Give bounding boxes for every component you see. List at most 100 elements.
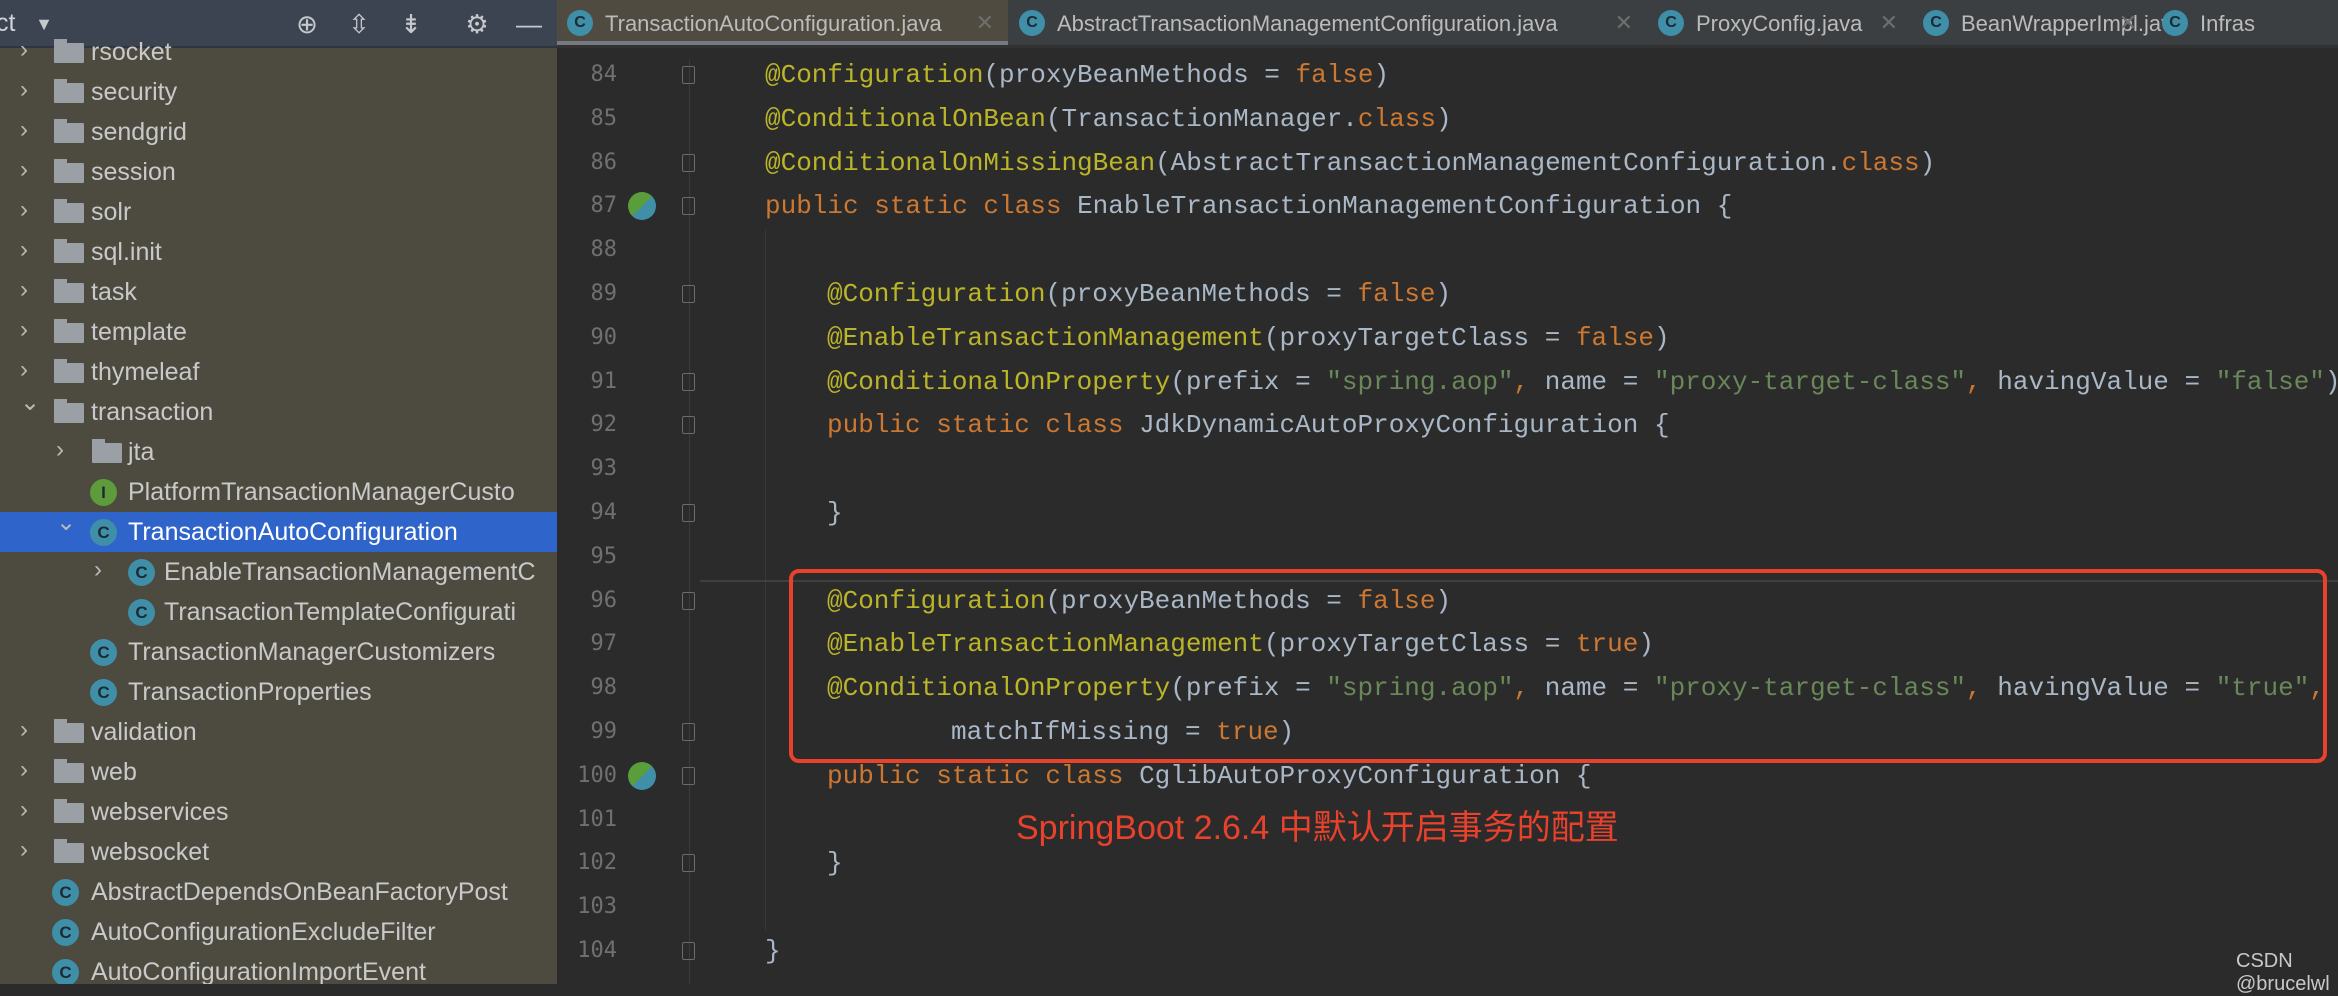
tree-item[interactable]: › sendgrid (0, 112, 557, 152)
tree-item-label: transaction (91, 398, 214, 426)
editor-tab-bar: C TransactionAutoConfiguration.java ✕ C Abst… (557, 0, 2338, 48)
class-icon: C (90, 639, 117, 666)
project-sidebar: ct ▼ ⊕ ⇳ ⇟ ⚙ — › rsocket › security › sendgri… (0, 0, 557, 984)
spring-bean-icon[interactable] (628, 761, 656, 790)
tree-item[interactable]: › template (0, 312, 557, 352)
code-line[interactable]: } (827, 841, 843, 885)
fold-marker-icon[interactable] (682, 591, 695, 610)
fold-marker-icon[interactable] (682, 153, 695, 172)
spring-bean-icon[interactable] (628, 192, 656, 221)
tab-label: AbstractTransactionManagementConfigurati… (1057, 11, 1558, 36)
fold-marker-icon[interactable] (682, 285, 695, 303)
chevron-right-icon[interactable]: › (20, 196, 28, 224)
chevron-right-icon[interactable]: › (20, 716, 28, 744)
code-line[interactable]: public static class EnableTransactionMan… (765, 184, 1732, 228)
code-line[interactable]: } (827, 491, 843, 535)
tree-item[interactable]: › sql.init (0, 232, 557, 272)
chevron-right-icon[interactable]: › (20, 836, 28, 864)
folder-icon (54, 239, 84, 263)
fold-marker-icon[interactable] (682, 854, 695, 873)
folder-icon (54, 719, 84, 743)
code-line[interactable]: } (765, 929, 781, 973)
tree-item[interactable]: › webservices (0, 792, 557, 832)
fold-marker-icon[interactable] (682, 416, 695, 435)
tree-item[interactable]: › solr (0, 192, 557, 232)
tree-item[interactable]: I PlatformTransactionManagerCusto (0, 472, 557, 512)
fold-marker-icon[interactable] (682, 504, 695, 522)
tree-item[interactable]: C TransactionProperties (0, 672, 557, 712)
tree-item[interactable]: ⌄ C TransactionAutoConfiguration (0, 512, 557, 552)
tree-item[interactable]: › session (0, 152, 557, 192)
editor-tab[interactable]: C ProxyConfig.java ✕ (1648, 0, 1912, 45)
chevron-right-icon[interactable]: › (20, 756, 28, 784)
code-token: havingValue = (1997, 366, 2216, 397)
chevron-down-icon[interactable]: ⌄ (56, 512, 76, 537)
editor-tab[interactable]: C BeanWrapperImpl.java ✕ (1913, 0, 2184, 45)
close-icon[interactable]: ✕ (2119, 10, 2137, 36)
fold-marker-icon[interactable] (682, 766, 695, 785)
tree-item[interactable]: › thymeleaf (0, 352, 557, 392)
tab-label: TransactionAutoConfiguration.java (605, 11, 942, 36)
code-line[interactable]: @Configuration(proxyBeanMethods = false) (827, 272, 1451, 316)
fold-marker-icon[interactable] (682, 66, 695, 84)
code-line[interactable]: public static class JdkDynamicAutoProxyC… (827, 403, 1670, 447)
code-token: } (765, 936, 781, 966)
code-line[interactable]: @ConditionalOnProperty(prefix = "spring.… (827, 360, 2338, 404)
fold-marker-icon[interactable] (682, 197, 695, 216)
code-token: (proxyBeanMethods = (1045, 279, 1358, 309)
chevron-right-icon[interactable]: › (20, 116, 28, 144)
tree-item-label: web (91, 758, 137, 786)
chevron-right-icon[interactable]: › (20, 36, 28, 64)
chevron-right-icon[interactable]: › (20, 316, 28, 344)
chevron-right-icon[interactable]: › (94, 556, 102, 584)
tree-item[interactable]: › security (0, 72, 557, 112)
editor-tab[interactable]: C Infras (2152, 0, 2338, 45)
fold-marker-icon[interactable] (682, 372, 695, 391)
close-icon[interactable]: ✕ (1880, 10, 1898, 36)
chevron-right-icon[interactable]: › (20, 276, 28, 304)
tree-item[interactable]: ⌄ transaction (0, 392, 557, 432)
tree-item[interactable]: C AbstractDependsOnBeanFactoryPost (0, 872, 557, 912)
class-icon: C (90, 679, 117, 706)
tree-item[interactable]: C AutoConfigurationExcludeFilter (0, 912, 557, 952)
code-line[interactable]: @ConditionalOnMissingBean(AbstractTransa… (765, 141, 1935, 185)
close-icon[interactable]: ✕ (1615, 10, 1633, 36)
close-icon[interactable]: ✕ (976, 10, 994, 36)
tree-item[interactable]: › task (0, 272, 557, 312)
editor-tab[interactable]: C TransactionAutoConfiguration.java ✕ (557, 0, 1008, 45)
chevron-right-icon[interactable]: › (20, 796, 28, 824)
code-token: (TransactionManager. (1045, 103, 1358, 134)
chevron-right-icon[interactable]: › (20, 156, 28, 184)
tree-item[interactable]: C TransactionManagerCustomizers (0, 632, 557, 672)
tree-item[interactable]: › web (0, 752, 557, 792)
fold-marker-icon[interactable] (682, 942, 695, 960)
code-token: (proxyBeanMethods = (983, 60, 1296, 90)
code-line[interactable]: @EnableTransactionManagement(proxyTarget… (827, 316, 1670, 360)
fold-marker-icon[interactable] (682, 723, 695, 741)
line-number: 96 (590, 587, 618, 613)
code-line[interactable]: @ConditionalOnBean(TransactionManager.cl… (765, 97, 1452, 141)
line-number: 104 (577, 938, 617, 963)
code-line[interactable]: @Configuration(proxyBeanMethods = false) (765, 53, 1389, 97)
chevron-right-icon[interactable]: › (56, 436, 64, 464)
code-token: "proxy-target-class" (1653, 366, 1967, 397)
folder-icon (54, 839, 84, 863)
chevron-right-icon[interactable]: › (20, 236, 28, 264)
highlight-box (789, 569, 2327, 763)
editor-tab[interactable]: C AbstractTransactionManagementConfigurat… (1009, 0, 1647, 45)
tree-item[interactable]: C AutoConfigurationImportEvent (0, 952, 557, 984)
chevron-down-icon[interactable]: ⌄ (20, 392, 40, 417)
code-token: @Configuration (765, 60, 984, 90)
tree-item[interactable]: › jta (0, 432, 557, 472)
tree-item[interactable]: › C EnableTransactionManagementC (0, 552, 557, 592)
tree-item[interactable]: › validation (0, 712, 557, 752)
tree-item[interactable]: C TransactionTemplateConfigurati (0, 592, 557, 632)
tree-item[interactable]: › rsocket (0, 32, 557, 72)
class-icon: C (52, 959, 79, 984)
chevron-right-icon[interactable]: › (20, 356, 28, 384)
code-token: public static class (765, 191, 1078, 222)
chevron-right-icon[interactable]: › (20, 76, 28, 104)
interface-icon: I (90, 479, 117, 506)
tree-item[interactable]: › websocket (0, 832, 557, 872)
tab-label: BeanWrapperImpl.java (1961, 11, 2185, 36)
